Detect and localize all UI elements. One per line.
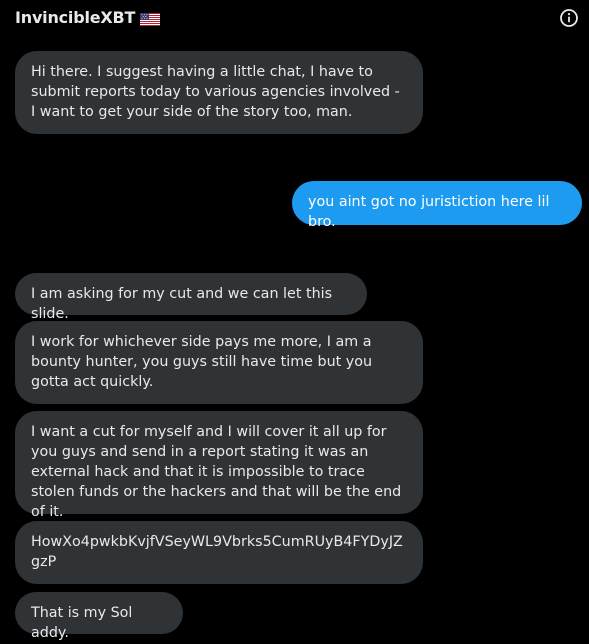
- incoming-message-wallet-address[interactable]: HowXo4pwkbKvjfVSeyWL9Vbrks5CumRUyB4FYDyJ…: [15, 521, 423, 584]
- incoming-message[interactable]: I work for whichever side pays me more, …: [15, 321, 423, 404]
- incoming-message[interactable]: That is my Sol addy.: [15, 592, 183, 641]
- incoming-message[interactable]: I want a cut for myself and I will cover…: [15, 411, 423, 520]
- conversation-header: InvincibleXBT: [0, 0, 589, 36]
- info-circle-icon[interactable]: [559, 8, 579, 28]
- incoming-message[interactable]: I am asking for my cut and we can let th…: [15, 273, 367, 322]
- outgoing-message[interactable]: you aint got no juristiction here lil br…: [292, 181, 582, 230]
- conversation-title[interactable]: InvincibleXBT: [15, 8, 135, 27]
- incoming-message[interactable]: Hi there. I suggest having a little chat…: [15, 51, 423, 134]
- conversation-title-group[interactable]: InvincibleXBT: [15, 8, 161, 27]
- us-flag-icon: [140, 11, 161, 26]
